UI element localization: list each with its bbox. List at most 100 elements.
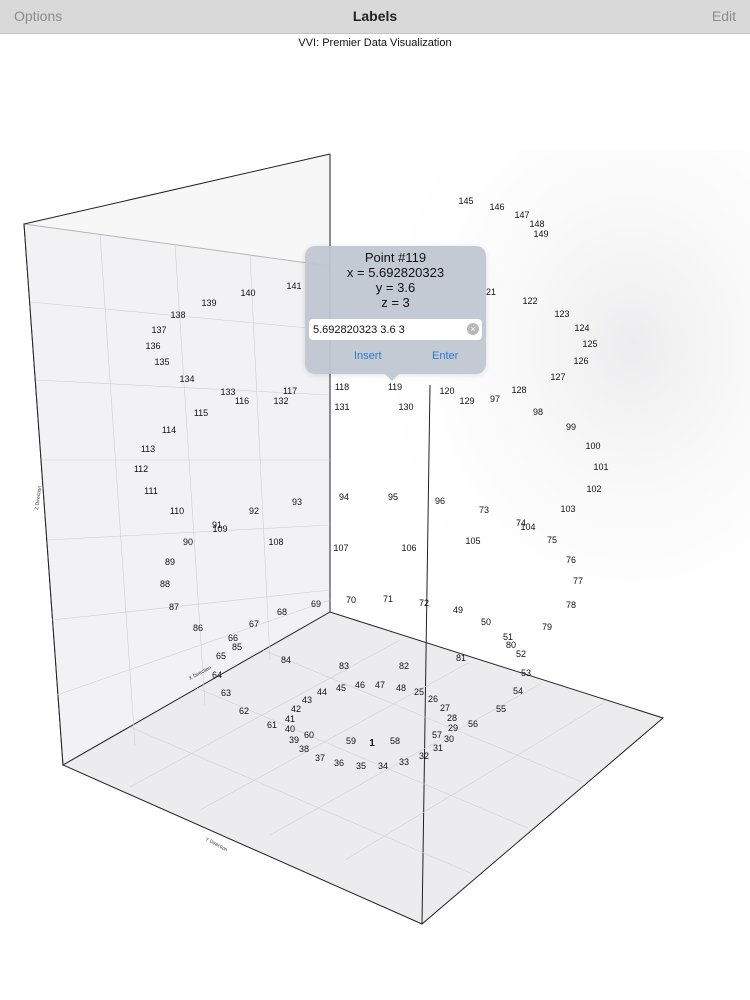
point-label-131[interactable]: 131: [334, 402, 349, 412]
point-label-112[interactable]: 112: [134, 464, 148, 474]
point-label-59[interactable]: 59: [346, 736, 356, 746]
point-label-39[interactable]: 39: [289, 735, 299, 745]
point-label-67[interactable]: 67: [249, 619, 259, 629]
point-label-89[interactable]: 89: [165, 557, 175, 567]
point-label-37[interactable]: 37: [315, 753, 325, 763]
point-label-148[interactable]: 148: [529, 219, 544, 229]
point-label-138[interactable]: 138: [170, 310, 185, 320]
point-label-52[interactable]: 52: [516, 649, 526, 659]
point-label-32[interactable]: 32: [419, 751, 429, 761]
point-label-42[interactable]: 42: [291, 704, 301, 714]
point-label-26[interactable]: 26: [428, 694, 438, 704]
point-label-71[interactable]: 71: [383, 594, 393, 604]
enter-button[interactable]: Enter: [432, 350, 458, 362]
point-label-88[interactable]: 88: [160, 579, 170, 589]
point-label-83[interactable]: 83: [339, 661, 349, 671]
point-label-108[interactable]: 108: [268, 537, 283, 547]
point-label-1[interactable]: 1: [369, 738, 375, 749]
point-label-115[interactable]: 115: [194, 408, 208, 418]
point-label-85[interactable]: 85: [232, 642, 242, 652]
point-label-62[interactable]: 62: [239, 706, 249, 716]
point-label-93[interactable]: 93: [292, 497, 302, 507]
point-label-34[interactable]: 34: [378, 761, 388, 771]
point-label-141[interactable]: 141: [286, 281, 301, 291]
point-label-55[interactable]: 55: [496, 704, 506, 714]
point-label-61[interactable]: 61: [267, 720, 277, 730]
point-label-31[interactable]: 31: [433, 743, 443, 753]
point-label-80[interactable]: 80: [506, 640, 516, 650]
point-label-140[interactable]: 140: [240, 288, 255, 298]
point-label-126[interactable]: 126: [573, 356, 588, 366]
point-label-76[interactable]: 76: [566, 555, 576, 565]
point-label-77[interactable]: 77: [573, 576, 583, 586]
point-label-95[interactable]: 95: [388, 492, 398, 502]
point-label-49[interactable]: 49: [453, 605, 463, 615]
point-label-135[interactable]: 135: [154, 357, 169, 367]
point-label-45[interactable]: 45: [336, 683, 346, 693]
point-label-120[interactable]: 120: [439, 386, 454, 396]
point-label-63[interactable]: 63: [221, 688, 231, 698]
point-label-99[interactable]: 99: [566, 422, 576, 432]
point-label-53[interactable]: 53: [521, 668, 531, 678]
point-label-90[interactable]: 90: [183, 537, 193, 547]
point-label-57[interactable]: 57: [432, 730, 442, 740]
point-label-134[interactable]: 134: [179, 374, 194, 384]
point-label-111[interactable]: 111: [144, 486, 158, 496]
point-label-33[interactable]: 33: [399, 757, 409, 767]
point-label-106[interactable]: 106: [401, 543, 416, 553]
point-label-70[interactable]: 70: [346, 595, 356, 605]
point-label-96[interactable]: 96: [435, 496, 445, 506]
point-label-87[interactable]: 87: [169, 602, 179, 612]
point-label-41[interactable]: 41: [285, 714, 295, 724]
point-label-68[interactable]: 68: [277, 607, 287, 617]
point-label-30[interactable]: 30: [444, 734, 454, 744]
point-label-125[interactable]: 125: [582, 339, 597, 349]
point-label-43[interactable]: 43: [302, 695, 312, 705]
point-label-75[interactable]: 75: [547, 535, 557, 545]
point-label-105[interactable]: 105: [465, 536, 480, 546]
point-label-98[interactable]: 98: [533, 407, 543, 417]
point-label-119[interactable]: 119: [388, 382, 402, 392]
point-label-27[interactable]: 27: [440, 703, 450, 713]
point-label-35[interactable]: 35: [356, 761, 366, 771]
point-label-73[interactable]: 73: [479, 505, 489, 515]
point-label-101[interactable]: 101: [593, 462, 608, 472]
point-label-72[interactable]: 72: [419, 598, 429, 608]
point-label-109[interactable]: 109: [212, 524, 227, 534]
insert-button[interactable]: Insert: [354, 350, 382, 362]
point-label-79[interactable]: 79: [542, 622, 552, 632]
point-label-110[interactable]: 110: [170, 506, 184, 516]
point-label-100[interactable]: 100: [585, 441, 600, 451]
point-label-44[interactable]: 44: [317, 687, 327, 697]
point-label-94[interactable]: 94: [339, 492, 349, 502]
point-label-137[interactable]: 137: [151, 325, 166, 335]
point-label-107[interactable]: 107: [333, 543, 348, 553]
point-label-114[interactable]: 114: [162, 425, 176, 435]
point-label-149[interactable]: 149: [533, 229, 548, 239]
point-label-46[interactable]: 46: [355, 680, 365, 690]
point-label-48[interactable]: 48: [396, 683, 406, 693]
point-label-82[interactable]: 82: [399, 661, 409, 671]
point-label-146[interactable]: 146: [489, 202, 504, 212]
point-label-127[interactable]: 127: [550, 372, 565, 382]
point-label-58[interactable]: 58: [390, 736, 400, 746]
point-label-128[interactable]: 128: [511, 385, 526, 395]
coordinates-input[interactable]: [309, 319, 482, 340]
point-label-38[interactable]: 38: [299, 744, 309, 754]
point-label-69[interactable]: 69: [311, 599, 321, 609]
point-label-132[interactable]: 132: [273, 396, 288, 406]
point-label-54[interactable]: 54: [513, 686, 523, 696]
point-label-25[interactable]: 25: [414, 687, 424, 697]
point-label-113[interactable]: 113: [141, 444, 155, 454]
point-label-40[interactable]: 40: [285, 724, 295, 734]
point-label-139[interactable]: 139: [201, 298, 216, 308]
point-label-29[interactable]: 29: [448, 723, 458, 733]
point-label-36[interactable]: 36: [334, 758, 344, 768]
point-label-97[interactable]: 97: [490, 394, 500, 404]
point-label-50[interactable]: 50: [481, 617, 491, 627]
point-label-129[interactable]: 129: [459, 396, 474, 406]
clear-icon[interactable]: ×: [467, 323, 479, 335]
point-label-122[interactable]: 122: [522, 296, 537, 306]
point-label-116[interactable]: 116: [235, 396, 249, 406]
point-label-21[interactable]: 21: [486, 287, 496, 297]
